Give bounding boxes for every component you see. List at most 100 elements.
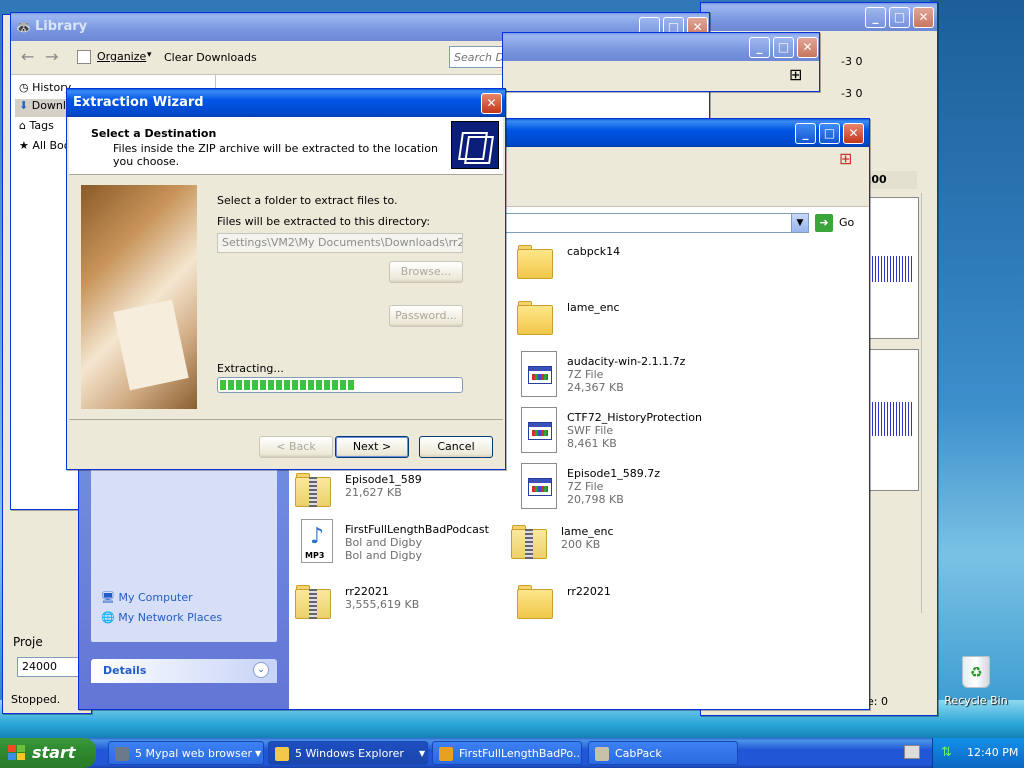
clock[interactable]: 12:40 PM [967, 738, 1018, 768]
clear-downloads-button[interactable]: Clear Downloads [164, 51, 257, 64]
waveform [872, 402, 912, 436]
library-title: Library [35, 19, 88, 34]
directory-label: Files will be extracted to this director… [217, 215, 431, 228]
folders-icon [451, 121, 499, 169]
maximize-button[interactable]: □ [819, 123, 840, 144]
audio-track-2[interactable] [867, 349, 919, 491]
expand-chevron-icon[interactable]: ⌄ [253, 662, 269, 678]
minimize-button[interactable]: _ [749, 37, 770, 58]
maximize-button[interactable]: □ [773, 37, 794, 58]
organize-menu[interactable]: Organize [97, 50, 146, 63]
recycle-bin[interactable]: ♻ Recycle Bin [944, 654, 1008, 710]
waveform [872, 256, 912, 282]
back-arrow-icon[interactable]: ← [21, 47, 34, 66]
taskbar-item-windows-explorer[interactable]: 5 Windows Explorer ▼ [268, 741, 428, 765]
browse-button[interactable]: Browse... [389, 261, 463, 283]
progress-fill [220, 380, 354, 390]
mp3-file-icon: ♪ MP3 [301, 519, 333, 563]
recycle-bin-icon: ♻ [962, 656, 990, 688]
tree-item-history[interactable]: ◷ History [19, 81, 71, 94]
list-item[interactable]: Episode1_589 21,627 KB [295, 469, 515, 521]
maximize-button[interactable]: □ [889, 7, 910, 28]
list-item[interactable]: ♪ MP3 FirstFullLengthBadPodcast Bol and D… [295, 519, 515, 571]
extraction-progress-bar [217, 377, 463, 393]
list-item[interactable]: lame_enc [517, 297, 737, 349]
close-button[interactable]: ✕ [797, 37, 818, 58]
taskbar-item-cabpack[interactable]: CabPack [588, 741, 738, 765]
start-button[interactable]: start [0, 738, 96, 768]
vertical-scrollbar[interactable] [921, 193, 937, 613]
go-button[interactable]: ➜ Go [815, 213, 863, 233]
bookmark-icon: ★ [19, 139, 33, 152]
wizard-side-image [81, 185, 197, 409]
minimize-button[interactable]: _ [795, 123, 816, 144]
network-tray-icon[interactable]: ⇅ [941, 738, 952, 768]
list-item[interactable]: rr22021 3,555,619 KB [295, 581, 515, 633]
archive-file-icon [521, 351, 557, 397]
windows-logo-icon: ⊞ [839, 149, 853, 168]
close-button[interactable]: ✕ [843, 123, 864, 144]
timeline-ruler[interactable]: :00 [867, 171, 917, 189]
forward-arrow-icon[interactable]: → [45, 47, 58, 66]
close-button[interactable]: ✕ [481, 93, 502, 114]
list-item[interactable]: lame_enc 200 KB [511, 521, 731, 573]
status-text: Stopped. [11, 693, 61, 706]
mypal-window-2: _ □ ✕ ⊞ [502, 32, 820, 92]
taskbar-item-mypal[interactable]: 5 Mypal web browser ▼ [108, 741, 264, 765]
zip-folder-icon [295, 473, 333, 507]
cancel-button[interactable]: Cancel [419, 436, 493, 458]
tree-item-tags[interactable]: ⌂ Tags [19, 119, 54, 132]
select-folder-label: Select a folder to extract files to. [217, 194, 398, 207]
list-item[interactable]: cabpck14 [517, 241, 737, 293]
system-tray: ⇅ 12:40 PM [932, 738, 1024, 768]
other-places-panel: 🖥 My Computer 🌐 My Network Places [91, 457, 277, 642]
link-my-computer[interactable]: 🖥 My Computer [101, 591, 193, 604]
tag-icon: ⌂ [19, 119, 30, 132]
chevron-down-icon: ▼ [419, 749, 426, 758]
project-rate-field[interactable]: 24000 [17, 657, 79, 677]
go-arrow-icon: ➜ [815, 214, 833, 232]
project-rate-label: Proje [13, 635, 43, 649]
list-item[interactable]: Episode1_589.7z 7Z File 20,798 KB [517, 463, 737, 515]
list-item[interactable]: rr22021 [517, 581, 737, 633]
chevron-down-icon: ▾ [147, 50, 152, 60]
wizard-header: Select a Destination Files inside the ZI… [69, 117, 503, 175]
taskbar-item-podcast[interactable]: FirstFullLengthBadPo... [432, 741, 582, 765]
computer-icon: 🖥 [101, 591, 119, 604]
list-item[interactable]: CTF72_HistoryProtection SWF File 8,461 K… [517, 407, 737, 459]
audio-track-1[interactable] [867, 197, 919, 339]
swf-file-icon [521, 407, 557, 453]
mypal-icon [115, 747, 129, 761]
password-button[interactable]: Password... [389, 305, 463, 327]
wizard-subheading: Files inside the ZIP archive will be ext… [113, 142, 438, 168]
close-button[interactable]: ✕ [913, 7, 934, 28]
status-right: e: 0 [867, 695, 888, 708]
zip-folder-icon [295, 585, 333, 619]
wizard-heading: Select a Destination [91, 127, 217, 140]
extracting-label: Extracting... [217, 362, 284, 375]
minimize-button[interactable]: _ [865, 7, 886, 28]
folder-icon [517, 585, 555, 619]
next-button[interactable]: Next > [335, 436, 409, 458]
download-icon: ⬇ [19, 99, 32, 112]
wizard-titlebar[interactable]: Extraction Wizard [67, 89, 505, 117]
folder-icon [517, 301, 555, 335]
extraction-wizard-dialog: Extraction Wizard ✕ Select a Destination… [66, 88, 506, 470]
keyboard-icon[interactable] [904, 745, 920, 759]
details-panel-header[interactable]: Details ⌄ [91, 659, 277, 683]
destination-directory-field[interactable]: Settings\VM2\My Documents\Downloads\rr22… [217, 233, 463, 253]
lock-icon [439, 747, 453, 761]
list-item[interactable]: audacity-win-2.1.1.7z 7Z File 24,367 KB [517, 351, 737, 403]
zip-folder-icon [511, 525, 549, 559]
back-button[interactable]: < Back [259, 436, 333, 458]
windows-flag-icon [8, 745, 26, 761]
window-titlebar[interactable] [503, 33, 819, 61]
meter-right-label: -3 0 [841, 87, 863, 100]
windows-logo-icon: ⊞ [789, 65, 803, 84]
address-dropdown-icon[interactable]: ▼ [791, 213, 809, 233]
link-my-network-places[interactable]: 🌐 My Network Places [101, 611, 222, 624]
firefox-icon: 🦝 [16, 20, 31, 34]
wizard-divider [69, 419, 503, 420]
clock-icon: ◷ [19, 81, 33, 94]
meter-left-label: -3 0 [841, 55, 863, 68]
